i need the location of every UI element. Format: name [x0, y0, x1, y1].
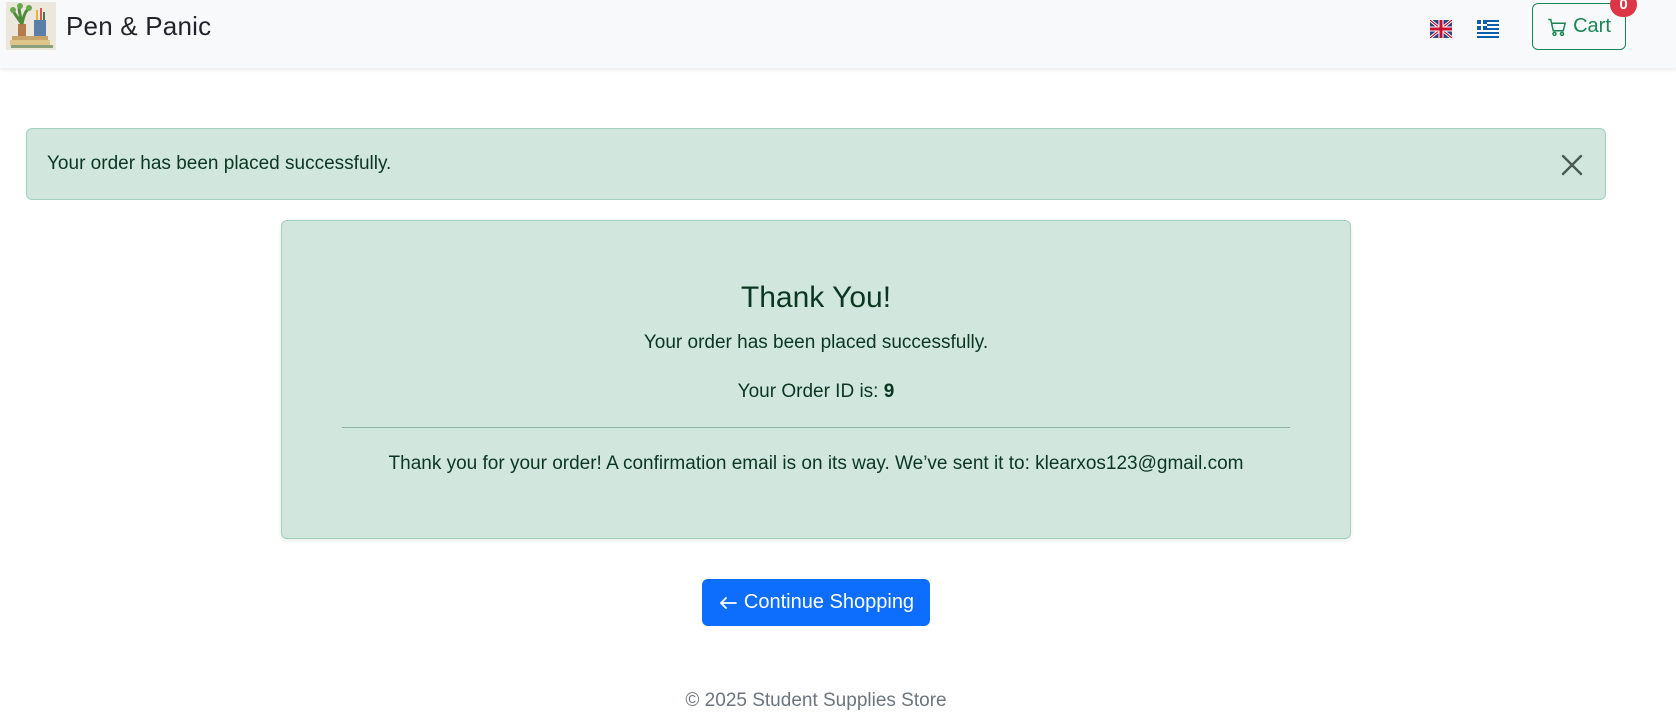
- alert-message: Your order has been placed successfully.: [47, 153, 392, 174]
- success-alert: Your order has been placed successfully.: [26, 128, 1606, 200]
- brand-logo-icon: [6, 2, 56, 50]
- continue-shopping-button[interactable]: Continue Shopping: [702, 579, 930, 626]
- order-confirmation-card: Thank You! Your order has been placed su…: [281, 220, 1351, 539]
- confirmation-email-text: Thank you for your order! A confirmation…: [388, 453, 1244, 474]
- continue-shopping-label: Continue Shopping: [743, 591, 915, 613]
- footer-copyright: © 2025 Student Supplies Store: [685, 690, 947, 711]
- footer: © 2025 Student Supplies Store: [0, 690, 1632, 712]
- order-id-value: 9: [883, 381, 895, 402]
- cart-icon: [1548, 18, 1567, 36]
- brand-name: Pen & Panic: [66, 10, 212, 41]
- alert-close-button[interactable]: [1557, 150, 1587, 180]
- cart-label: Cart: [1573, 15, 1611, 37]
- thank-you-heading: Thank You!: [740, 281, 892, 314]
- arrow-left-icon: [720, 596, 737, 609]
- cart-count-badge: 0: [1610, 0, 1637, 17]
- uk-flag-icon[interactable]: [1430, 20, 1452, 38]
- brand-link[interactable]: Pen & Panic: [6, 2, 211, 50]
- order-id-line: Your Order ID is: 9: [282, 381, 1350, 403]
- order-id-label: Your Order ID is:: [737, 381, 879, 402]
- navbar: Pen & Panic Cart 0: [0, 0, 1676, 68]
- close-icon: [1561, 154, 1583, 176]
- greek-flag-icon[interactable]: [1477, 20, 1499, 38]
- card-divider: [342, 427, 1290, 428]
- confirmation-message: Your order has been placed successfully.: [643, 332, 989, 353]
